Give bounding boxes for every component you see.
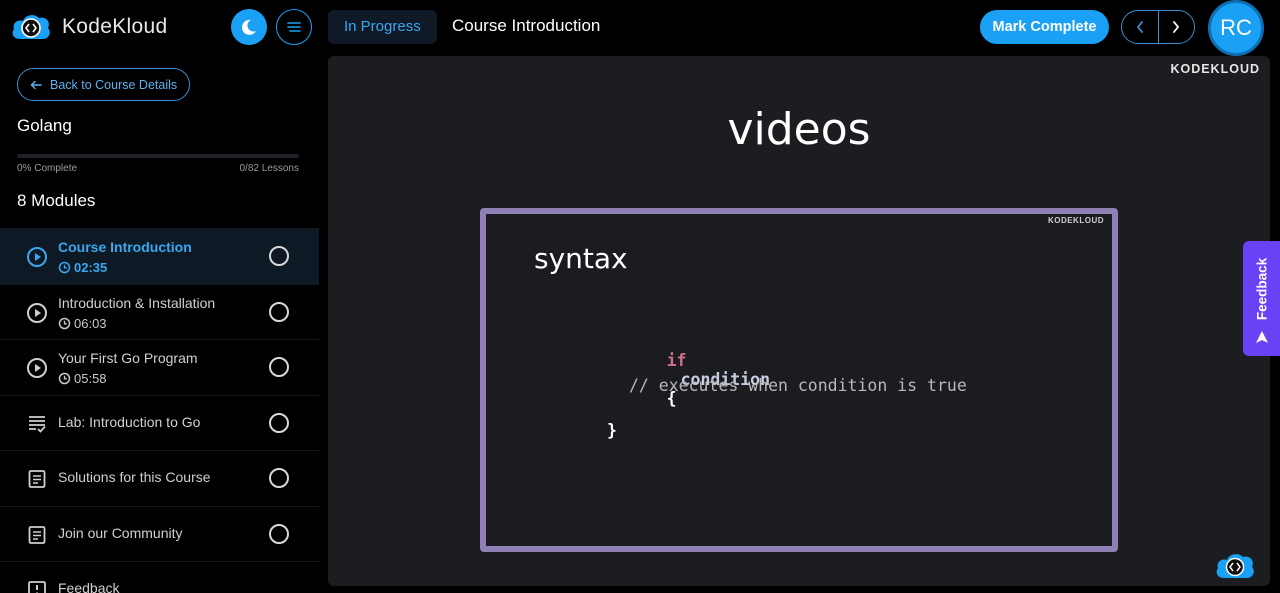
code-keyword: if bbox=[666, 351, 687, 370]
lab-checklist-icon bbox=[26, 413, 48, 435]
video-player[interactable]: KODEKLOUD videos KODEKLOUD syntax if con… bbox=[328, 56, 1270, 586]
top-bar: KodeKloud In Progress Course Introductio… bbox=[0, 0, 1280, 56]
feedback-tab[interactable]: Feedback bbox=[1243, 241, 1280, 356]
play-circle-icon bbox=[26, 357, 48, 379]
module-duration: 05:58 bbox=[58, 371, 107, 386]
duration-text: 06:03 bbox=[74, 315, 107, 331]
completion-checkbox[interactable] bbox=[269, 301, 289, 322]
module-item-course-introduction[interactable]: Course Introduction 02:35 bbox=[0, 228, 319, 284]
modules-heading: 8 Modules bbox=[17, 191, 96, 210]
play-circle-icon bbox=[26, 246, 48, 268]
code-box-watermark: KODEKLOUD bbox=[1047, 216, 1104, 225]
duration-text: 05:58 bbox=[74, 371, 107, 386]
module-item-lab-introduction-to-go[interactable]: Lab: Introduction to Go bbox=[0, 394, 319, 451]
clock-icon bbox=[58, 317, 71, 329]
module-title: Solutions for this Course bbox=[58, 469, 211, 485]
module-list: Course Introduction 02:35 Introduction &… bbox=[0, 228, 319, 593]
slide-title: videos bbox=[727, 104, 871, 155]
play-circle-icon bbox=[26, 302, 48, 324]
module-item-solutions[interactable]: Solutions for this Course bbox=[0, 450, 319, 506]
back-button-label: Back to Course Details bbox=[50, 77, 178, 92]
lesson-title: Course Introduction bbox=[452, 16, 601, 35]
course-sidebar: Back to Course Details Golang 0% Complet… bbox=[0, 56, 319, 593]
module-item-first-go-program[interactable]: Your First Go Program 05:58 bbox=[0, 339, 319, 395]
send-arrow-icon bbox=[1256, 331, 1268, 343]
arrow-left-icon bbox=[30, 80, 42, 89]
feedback-tab-label: Feedback bbox=[1254, 257, 1269, 321]
module-item-join-community[interactable]: Join our Community bbox=[0, 505, 319, 562]
module-title: Introduction & Installation bbox=[58, 294, 216, 311]
menu-icon bbox=[287, 22, 301, 32]
module-item-feedback[interactable]: Feedback bbox=[0, 561, 319, 593]
document-icon bbox=[26, 524, 48, 546]
mark-complete-button[interactable]: Mark Complete bbox=[980, 10, 1109, 44]
previous-lesson-button[interactable] bbox=[1122, 11, 1159, 43]
back-to-course-button[interactable]: Back to Course Details bbox=[17, 68, 191, 101]
theme-toggle-button[interactable] bbox=[231, 9, 267, 45]
next-lesson-button[interactable] bbox=[1159, 11, 1195, 43]
code-slide-box: KODEKLOUD syntax if condition { // execu… bbox=[480, 208, 1118, 552]
completion-checkbox[interactable] bbox=[269, 523, 289, 544]
completion-checkbox[interactable] bbox=[269, 357, 289, 377]
duration-text: 02:35 bbox=[74, 260, 108, 275]
cloud-code-icon bbox=[1216, 554, 1254, 578]
user-avatar[interactable]: RC bbox=[1208, 0, 1264, 56]
code-comment: // executes when condition is true bbox=[629, 376, 967, 395]
completion-checkbox[interactable] bbox=[269, 412, 289, 433]
module-title: Feedback bbox=[58, 580, 120, 593]
cloud-code-icon bbox=[12, 15, 50, 39]
chevron-left-icon bbox=[1136, 21, 1143, 33]
clock-icon bbox=[58, 261, 71, 274]
brand-name: KodeKloud bbox=[62, 15, 168, 38]
lesson-navigation bbox=[1121, 10, 1195, 44]
module-title: Course Introduction bbox=[58, 239, 192, 255]
progress-percent-label: 0% Complete bbox=[17, 163, 78, 174]
moon-icon bbox=[241, 19, 256, 35]
document-icon bbox=[26, 468, 48, 490]
kodekloud-logo[interactable]: KodeKloud bbox=[10, 12, 167, 42]
completion-checkbox[interactable] bbox=[269, 468, 289, 488]
clock-icon bbox=[58, 372, 71, 385]
completion-checkbox[interactable] bbox=[269, 246, 289, 266]
sidebar-menu-button[interactable] bbox=[276, 9, 312, 45]
progress-lessons-label: 0/82 Lessons bbox=[239, 163, 300, 174]
lesson-status-badge: In Progress bbox=[328, 10, 437, 44]
module-duration: 02:35 bbox=[58, 260, 107, 275]
code-close-brace: } bbox=[607, 421, 617, 440]
module-item-introduction-installation[interactable]: Introduction & Installation 06:03 bbox=[0, 283, 319, 340]
module-title: Join our Community bbox=[58, 524, 183, 541]
chevron-right-icon bbox=[1173, 21, 1180, 33]
code-heading: syntax bbox=[534, 242, 628, 275]
course-progress-bar bbox=[17, 154, 299, 158]
module-title: Lab: Introduction to Go bbox=[58, 413, 201, 430]
course-name: Golang bbox=[17, 116, 72, 135]
module-title: Your First Go Program bbox=[58, 350, 198, 366]
module-duration: 06:03 bbox=[58, 316, 107, 331]
feedback-alert-icon bbox=[26, 579, 48, 593]
video-watermark: KODEKLOUD bbox=[1170, 62, 1260, 76]
